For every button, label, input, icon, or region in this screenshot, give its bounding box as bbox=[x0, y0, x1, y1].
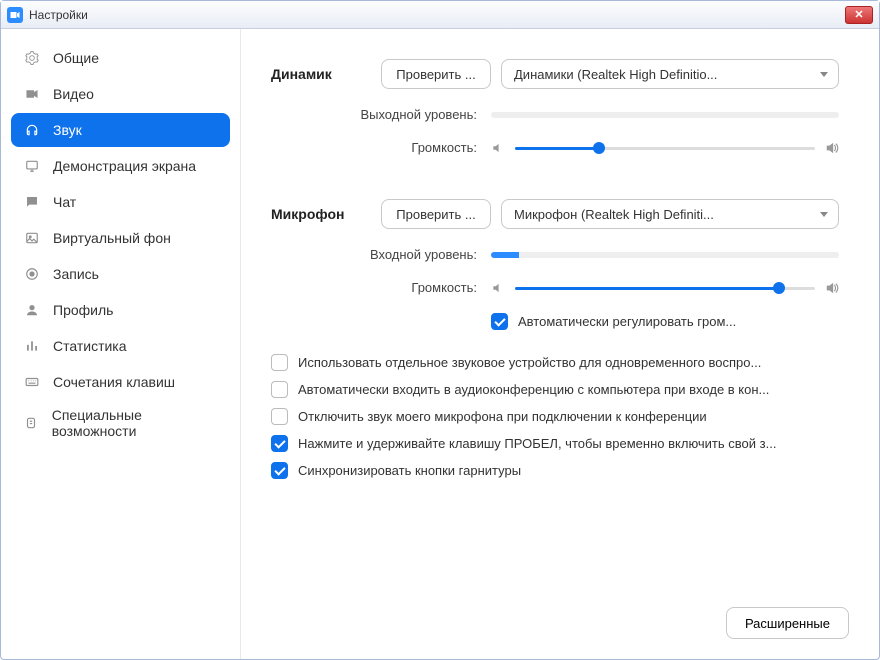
sidebar-item-shortcuts[interactable]: Сочетания клавиш bbox=[11, 365, 230, 399]
record-icon bbox=[21, 263, 43, 285]
volume-low-icon bbox=[491, 281, 505, 295]
sidebar-item-label: Профиль bbox=[53, 302, 113, 318]
sidebar-item-chat[interactable]: Чат bbox=[11, 185, 230, 219]
separate-audio-device-label: Использовать отдельное звуковое устройст… bbox=[298, 355, 839, 370]
output-level-label: Выходной уровень: bbox=[271, 107, 491, 122]
profile-icon bbox=[21, 299, 43, 321]
gear-icon bbox=[21, 47, 43, 69]
screen-share-icon bbox=[21, 155, 43, 177]
keyboard-icon bbox=[21, 371, 43, 393]
sidebar-item-label: Сочетания клавиш bbox=[53, 374, 175, 390]
image-icon bbox=[21, 227, 43, 249]
speaker-output-level-meter bbox=[491, 112, 839, 118]
close-button[interactable]: ✕ bbox=[845, 6, 873, 24]
mute-on-join-checkbox[interactable] bbox=[271, 408, 288, 425]
volume-low-icon bbox=[491, 141, 505, 155]
volume-high-icon bbox=[825, 141, 839, 155]
sidebar-item-label: Специальные возможности bbox=[52, 407, 220, 439]
video-icon bbox=[21, 83, 43, 105]
sidebar-item-general[interactable]: Общие bbox=[11, 41, 230, 75]
sidebar-item-audio[interactable]: Звук bbox=[11, 113, 230, 147]
mic-heading: Микрофон bbox=[271, 206, 381, 222]
sidebar-item-label: Статистика bbox=[53, 338, 127, 354]
push-to-talk-label: Нажмите и удерживайте клавишу ПРОБЕЛ, чт… bbox=[298, 436, 839, 451]
window-title: Настройки bbox=[29, 8, 88, 22]
volume-high-icon bbox=[825, 281, 839, 295]
speaker-test-button[interactable]: Проверить ... bbox=[381, 59, 491, 89]
sidebar-item-label: Запись bbox=[53, 266, 99, 282]
sidebar-item-label: Общие bbox=[53, 50, 99, 66]
settings-content: Динамик Проверить ... Динамики (Realtek … bbox=[241, 29, 879, 659]
auto-adjust-mic-label: Автоматически регулировать гром... bbox=[518, 314, 839, 329]
stats-icon bbox=[21, 335, 43, 357]
headphones-icon bbox=[21, 119, 43, 141]
advanced-button[interactable]: Расширенные bbox=[726, 607, 849, 639]
mic-input-level-meter bbox=[491, 252, 839, 258]
input-level-label: Входной уровень: bbox=[271, 247, 491, 262]
sidebar-item-accessibility[interactable]: Специальные возможности bbox=[11, 401, 230, 445]
mute-on-join-label: Отключить звук моего микрофона при подкл… bbox=[298, 409, 839, 424]
auto-join-audio-label: Автоматически входить в аудиоконференцию… bbox=[298, 382, 839, 397]
sidebar-item-virtual-bg[interactable]: Виртуальный фон bbox=[11, 221, 230, 255]
mic-volume-slider[interactable] bbox=[515, 281, 815, 295]
sidebar-item-label: Видео bbox=[53, 86, 94, 102]
sidebar-item-profile[interactable]: Профиль bbox=[11, 293, 230, 327]
mic-volume-label: Громкость: bbox=[271, 280, 491, 295]
speaker-heading: Динамик bbox=[271, 66, 381, 82]
speaker-volume-slider[interactable] bbox=[515, 141, 815, 155]
settings-sidebar: Общие Видео Звук Демонстрация экрана Чат… bbox=[1, 29, 241, 659]
sync-headset-label: Синхронизировать кнопки гарнитуры bbox=[298, 463, 839, 478]
auto-join-audio-checkbox[interactable] bbox=[271, 381, 288, 398]
sidebar-item-label: Чат bbox=[53, 194, 76, 210]
auto-adjust-mic-checkbox[interactable] bbox=[491, 313, 508, 330]
window-titlebar: Настройки ✕ bbox=[1, 1, 879, 29]
sidebar-item-label: Виртуальный фон bbox=[53, 230, 171, 246]
mic-test-button[interactable]: Проверить ... bbox=[381, 199, 491, 229]
separate-audio-device-checkbox[interactable] bbox=[271, 354, 288, 371]
mic-device-select[interactable]: Микрофон (Realtek High Definiti... bbox=[501, 199, 839, 229]
app-icon bbox=[7, 7, 23, 23]
sidebar-item-label: Демонстрация экрана bbox=[53, 158, 196, 174]
sidebar-item-share-screen[interactable]: Демонстрация экрана bbox=[11, 149, 230, 183]
chat-icon bbox=[21, 191, 43, 213]
sync-headset-checkbox[interactable] bbox=[271, 462, 288, 479]
sidebar-item-statistics[interactable]: Статистика bbox=[11, 329, 230, 363]
sidebar-item-label: Звук bbox=[53, 122, 82, 138]
speaker-volume-label: Громкость: bbox=[271, 140, 491, 155]
accessibility-icon bbox=[21, 412, 42, 434]
speaker-device-select[interactable]: Динамики (Realtek High Definitio... bbox=[501, 59, 839, 89]
sidebar-item-recording[interactable]: Запись bbox=[11, 257, 230, 291]
sidebar-item-video[interactable]: Видео bbox=[11, 77, 230, 111]
push-to-talk-checkbox[interactable] bbox=[271, 435, 288, 452]
